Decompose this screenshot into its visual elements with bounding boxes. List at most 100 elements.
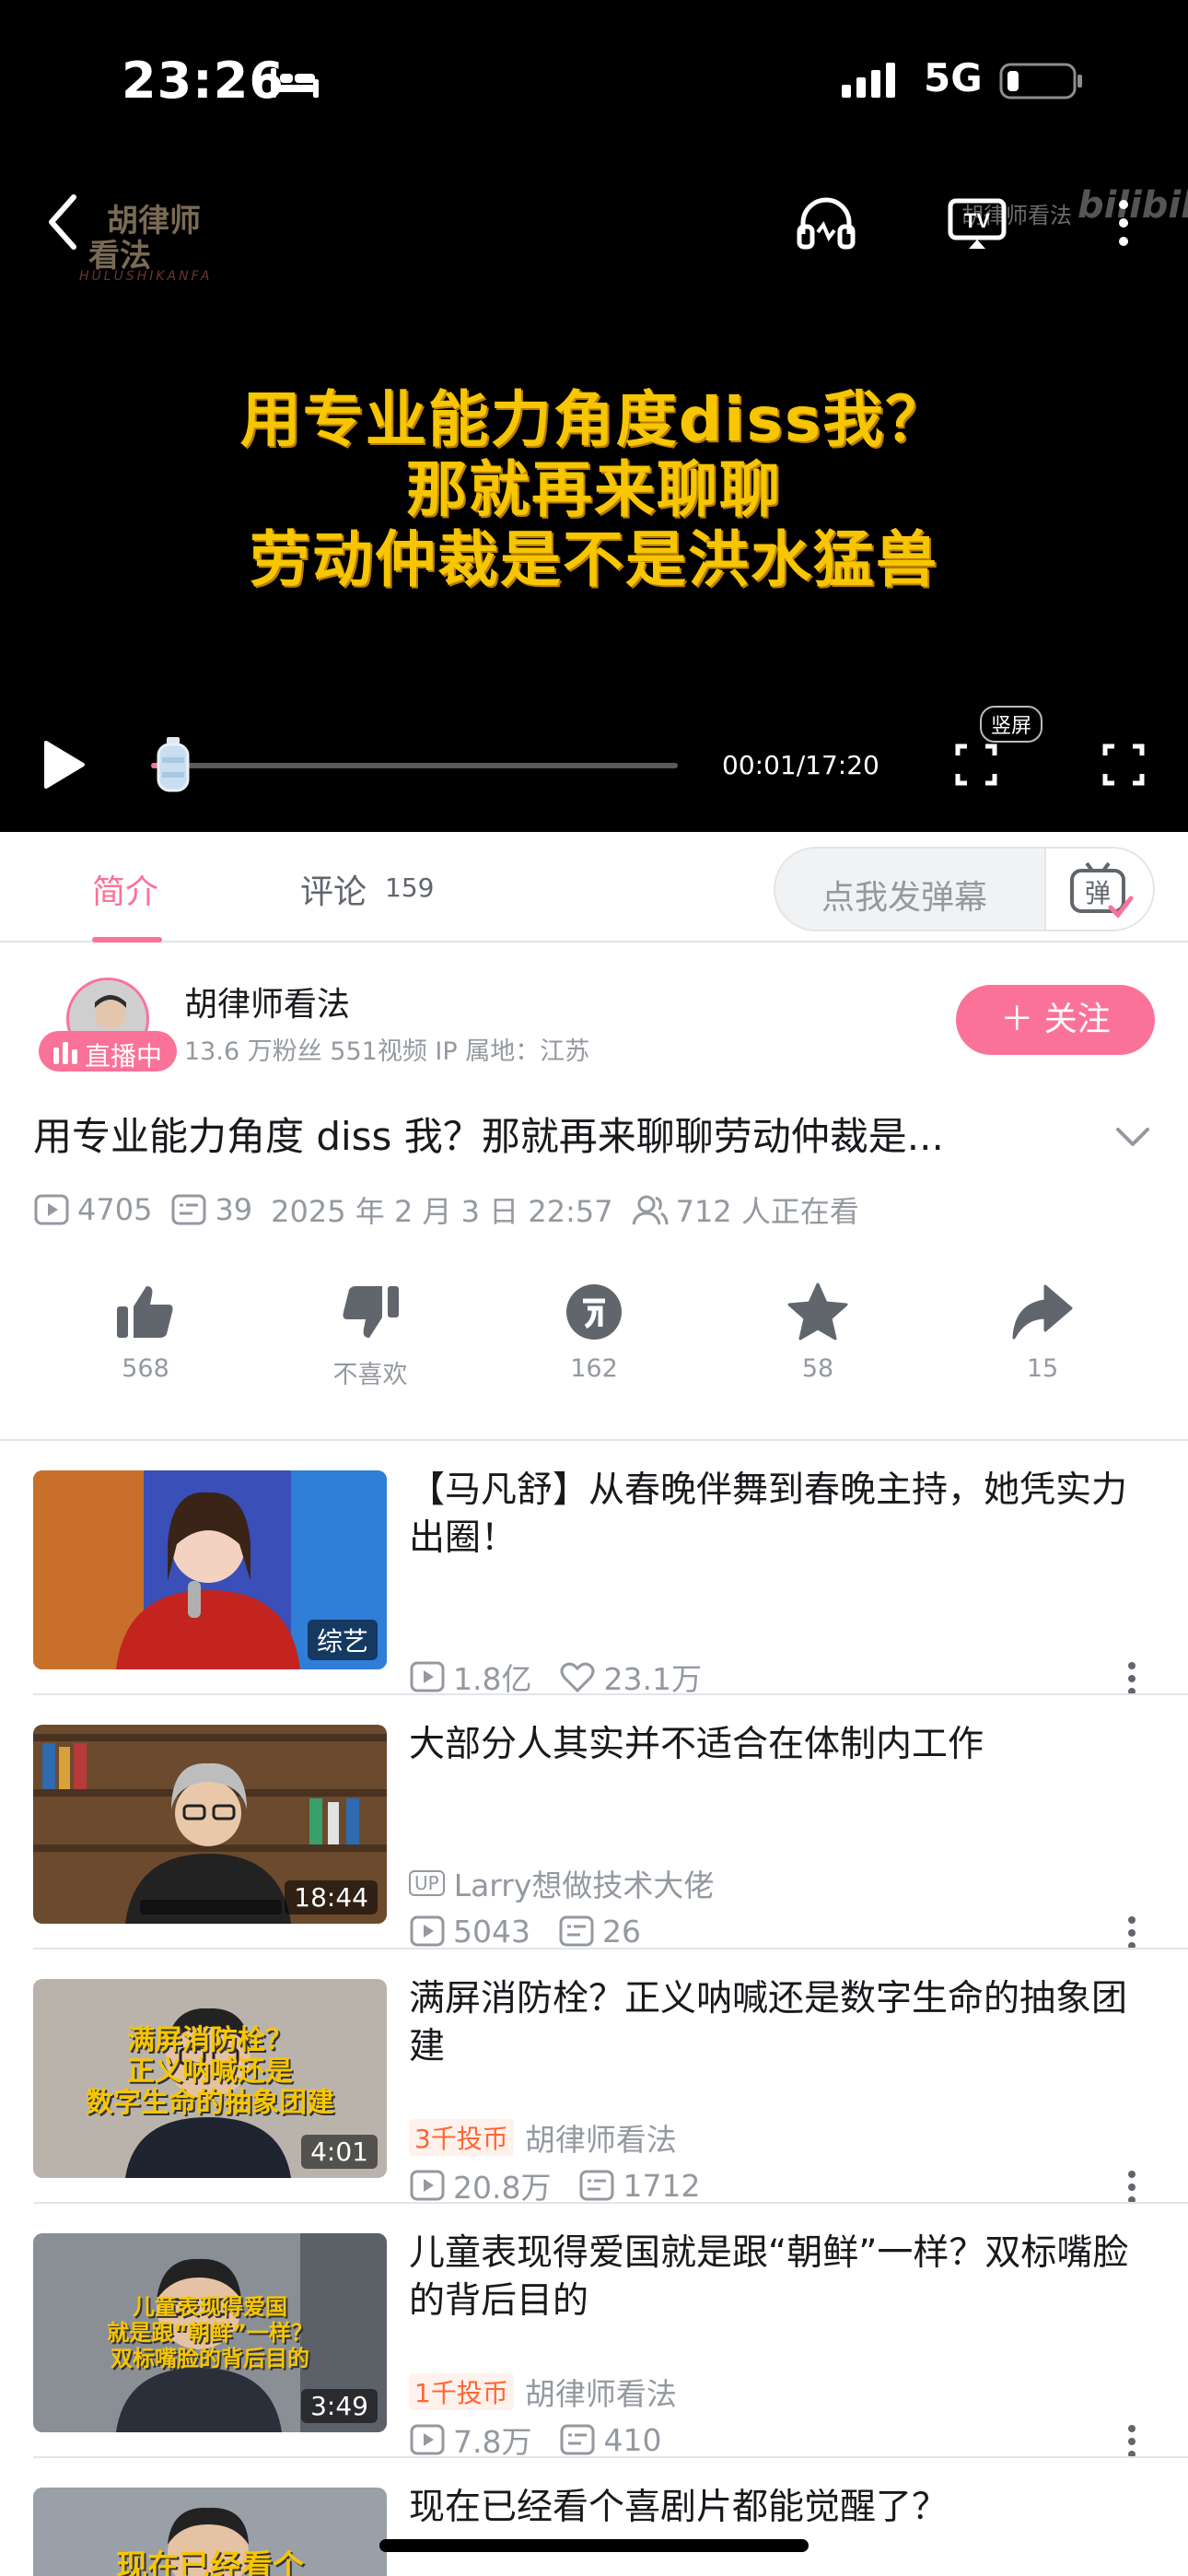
portrait-mode-button[interactable] (954, 741, 998, 789)
recommended-video-author[interactable]: 1千投币 胡律师看法 (409, 2373, 677, 2412)
caption-line: 劳动仲裁是不是洪水猛兽 (250, 524, 938, 595)
like-button[interactable]: 568 (63, 1282, 228, 1383)
view-count: 4705 (77, 1192, 153, 1227)
coin-button[interactable]: 162 (511, 1282, 677, 1383)
video-thumbnail[interactable]: 满屏消防栓？ 正义呐喊还是 数字生命的抽象团建 4:01 (33, 1979, 387, 2178)
danmaku-input[interactable]: 点我发弹幕 弹 (774, 847, 1155, 931)
video-player[interactable]: 23:26 5G 胡律师 看法 HULUSHIKANFA 胡律师看法 bilib… (0, 0, 1188, 832)
recommended-video-stats: 1.8亿 23.1万 (409, 1658, 729, 1697)
uploader-name[interactable]: 胡律师看法 (184, 978, 350, 1025)
danmaku-count-icon (559, 1915, 594, 1947)
video-thumbnail[interactable]: 现在已经看个 (33, 2488, 387, 2576)
recommended-video-author[interactable]: UP Larry想做技术大佬 (409, 1865, 714, 1903)
bilibili-watermark: bilibili (1077, 184, 1188, 227)
chevron-down-icon[interactable] (1114, 1126, 1151, 1150)
home-indicator (379, 2539, 809, 2552)
video-title: 用专业能力角度 diss 我？那就再来聊聊劳动仲裁是... (33, 1114, 944, 1159)
coin-count: 162 (570, 1354, 618, 1383)
progress-bar[interactable] (151, 763, 678, 768)
svg-text:TV: TV (964, 209, 990, 232)
caption-line: 用专业能力角度diss我？ (239, 384, 949, 455)
fullscreen-button[interactable] (1100, 741, 1147, 789)
tv-cast-button[interactable]: TV (947, 195, 1007, 251)
play-button[interactable] (41, 737, 87, 792)
video-caption: 用专业能力角度diss我？ 那就再来聊聊 劳动仲裁是不是洪水猛兽 (0, 385, 1188, 595)
comment-count: 26 (601, 1913, 641, 1950)
more-options-icon[interactable] (1125, 2423, 1138, 2460)
recommended-video-author[interactable]: 3千投币 胡律师看法 (409, 2119, 677, 2158)
back-button[interactable] (41, 190, 87, 254)
thumbnail-caption: 满屏消防栓？ 正义呐喊还是 数字生命的抽象团建 (86, 2024, 334, 2119)
more-options-icon[interactable] (1125, 2169, 1138, 2206)
star-icon (787, 1282, 848, 1341)
video-thumbnail[interactable]: 18:44 (33, 1725, 387, 1924)
thumbnail-category-tag: 综艺 (307, 1620, 378, 1660)
danmaku-icon: 弹 (1070, 861, 1134, 919)
video-duration: 4:01 (301, 2135, 378, 2169)
more-options-icon[interactable] (1125, 1914, 1138, 1951)
recommended-video[interactable]: 满屏消防栓？ 正义呐喊还是 数字生命的抽象团建 4:01 满屏消防栓？正义呐喊还… (0, 1950, 1188, 2206)
recommended-video-title[interactable]: 满屏消防栓？正义呐喊还是数字生命的抽象团建 (409, 1975, 1146, 2071)
network-label: 5G (924, 55, 983, 100)
danmaku-count: 39 (215, 1192, 253, 1227)
video-meta: 4705 39 2025 年 2 月 3 日 22:57 712 人正在看 (33, 1187, 878, 1233)
view-count: 5043 (453, 1913, 530, 1950)
recommended-video-title[interactable]: 大部分人其实并不适合在体制内工作 (409, 1721, 1146, 1769)
tab-intro[interactable]: 简介 (92, 865, 158, 913)
video-duration: 3:49 (301, 2389, 378, 2423)
video-thumbnail[interactable]: 综艺 (33, 1470, 387, 1669)
video-thumbnail[interactable]: 儿童表现得爱国 就是跟“朝鲜”一样？ 双标嘴脸的背后目的 3:49 (33, 2233, 387, 2432)
thumbnail-caption: 儿童表现得爱国 就是跟“朝鲜”一样？ 双标嘴脸的背后目的 (107, 2294, 313, 2371)
view-count: 7.8万 (453, 2424, 532, 2460)
recommended-video-title[interactable]: 【马凡舒】从春晚伴舞到春晚主持，她凭实力出圈！ (409, 1467, 1146, 1563)
uploader-section: 直播中 胡律师看法 13.6 万粉丝 551视频 IP 属地：江苏 ＋ 关注 (0, 943, 1188, 1071)
time-display: 00:01/17:20 (722, 750, 879, 780)
recommended-video-title[interactable]: 现在已经看个喜剧片都能觉醒了？ (409, 2484, 1146, 2532)
recommended-video-stats: 5043 26 (409, 1913, 669, 1950)
watching-count: 712 人正在看 (675, 1194, 859, 1229)
author-name: 胡律师看法 (524, 2122, 677, 2158)
live-badge[interactable]: 直播中 (39, 1031, 177, 1071)
more-options-icon[interactable] (1125, 1660, 1138, 1697)
heart-icon (560, 1662, 595, 1693)
recommended-video[interactable]: 18:44 大部分人其实并不适合在体制内工作 UP Larry想做技术大佬 50… (0, 1695, 1188, 1950)
up-badge: UP (409, 1870, 445, 1896)
comment-count: 1712 (623, 2167, 701, 2204)
uploader-stats: 13.6 万粉丝 551视频 IP 属地：江苏 (184, 1037, 590, 1066)
coin-icon (566, 1284, 622, 1340)
favorite-count: 58 (801, 1354, 834, 1383)
video-duration: 18:44 (285, 1880, 378, 1914)
like-count: 568 (122, 1354, 169, 1383)
play-count-icon (34, 1194, 69, 1225)
status-bar: 23:26 5G (0, 0, 1188, 157)
recommended-video-stats: 20.8万 1712 (409, 2167, 728, 2206)
follow-button[interactable]: ＋ 关注 (956, 985, 1155, 1055)
play-count-icon (410, 2170, 445, 2201)
share-button[interactable]: 15 (960, 1282, 1125, 1383)
publish-date: 2025 年 2 月 3 日 22:57 (271, 1194, 613, 1229)
danmaku-toggle-button[interactable]: 弹 (1044, 849, 1153, 930)
play-count-icon (410, 1915, 445, 1947)
dislike-label: 不喜欢 (332, 1361, 408, 1389)
recommended-video[interactable]: 综艺 【马凡舒】从春晚伴舞到春晚主持，她凭实力出圈！ 1.8亿 23.1万 (0, 1441, 1188, 1697)
content-tabs: 简介 评论 159 点我发弹幕 弹 (0, 832, 1188, 943)
recommended-video-title[interactable]: 儿童表现得爱国就是跟“朝鲜”一样？双标嘴脸的背后目的 (409, 2230, 1146, 2325)
recommended-video[interactable]: 儿童表现得爱国 就是跟“朝鲜”一样？ 双标嘴脸的背后目的 3:49 儿童表现得爱… (0, 2204, 1188, 2460)
action-bar: 568 不喜欢 162 58 15 (0, 1282, 1188, 1402)
share-count: 15 (1026, 1354, 1059, 1383)
more-options-button[interactable] (1114, 193, 1133, 252)
recommended-video-stats: 7.8万 410 (409, 2421, 689, 2460)
recommended-video[interactable]: 现在已经看个 现在已经看个喜剧片都能觉醒了？ (0, 2458, 1188, 2576)
progress-knob-icon[interactable] (155, 735, 192, 794)
live-bars-icon (53, 1042, 77, 1064)
view-count: 1.8亿 (453, 1661, 532, 1697)
battery-icon (999, 63, 1082, 100)
like-count: 23.1万 (603, 1661, 702, 1697)
favorite-button[interactable]: 58 (735, 1282, 901, 1383)
sleep-focus-icon (271, 68, 319, 98)
tab-comments[interactable]: 评论 (300, 865, 367, 913)
dislike-button[interactable]: 不喜欢 (287, 1282, 453, 1390)
author-name: Larry想做技术大佬 (453, 1868, 715, 1903)
danmaku-placeholder: 点我发弹幕 (821, 879, 988, 917)
audio-mode-button[interactable] (796, 195, 856, 251)
